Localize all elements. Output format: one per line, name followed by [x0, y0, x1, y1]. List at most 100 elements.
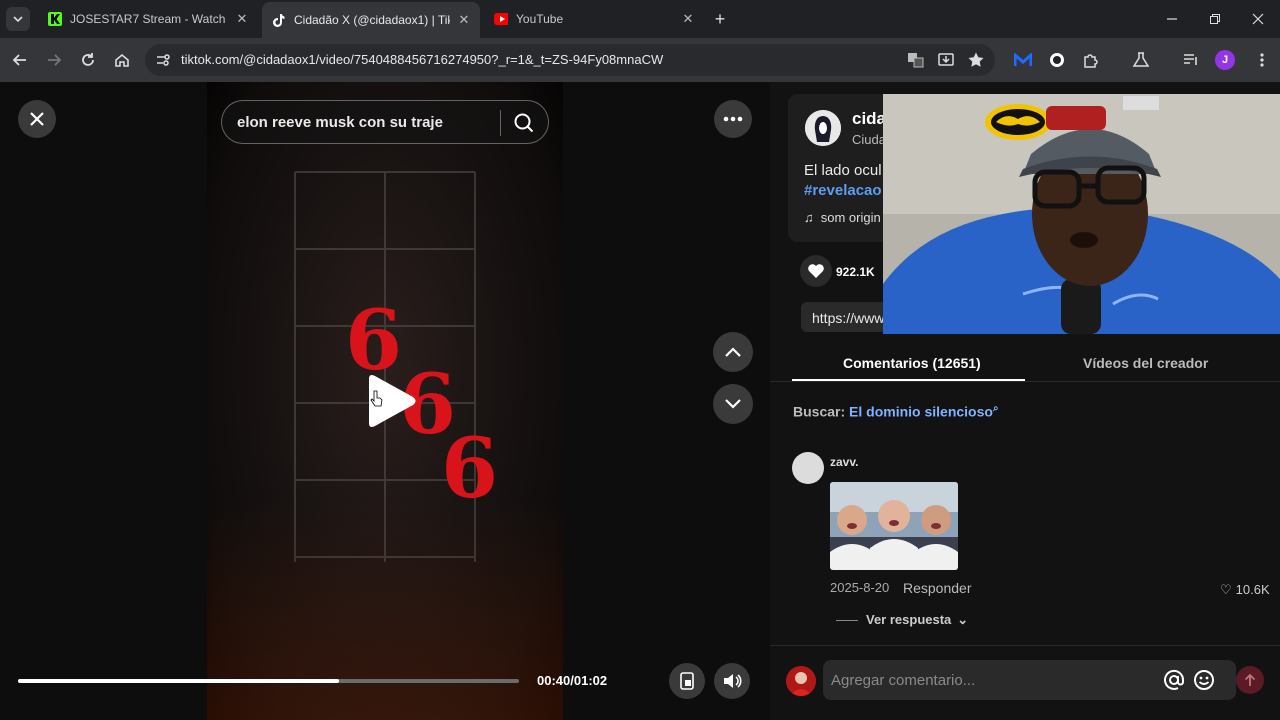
video-player[interactable]: 6 6 6 elon reeve musk con su traje 00:40… — [0, 82, 770, 720]
like-count: 922.1K — [836, 265, 875, 279]
previous-video-button[interactable] — [713, 332, 753, 372]
home-icon — [115, 53, 129, 67]
heart-icon — [808, 264, 824, 278]
tab-tiktok[interactable]: Cidadão X (@cidadaox1) | TikTok ✕ — [262, 2, 480, 38]
minimize-button[interactable] — [1151, 0, 1193, 38]
close-window-button[interactable] — [1237, 0, 1279, 38]
cursor-hand-icon — [370, 390, 383, 407]
browser-menu-button[interactable] — [1250, 48, 1274, 72]
heart-outline-icon: ♡ — [1220, 582, 1232, 597]
close-tab-icon[interactable]: ✕ — [456, 12, 472, 28]
creator-nickname: Ciuda — [852, 132, 886, 147]
search-divider — [500, 110, 501, 136]
comment-avatar[interactable] — [792, 452, 824, 484]
reload-button[interactable] — [76, 48, 100, 72]
arrow-up-icon — [1244, 673, 1256, 686]
video-frame[interactable]: 6 6 6 — [207, 82, 563, 720]
tab-creator-videos[interactable]: Vídeos del creador — [1083, 355, 1208, 371]
webcam-overlay — [883, 94, 1280, 334]
creator-avatar[interactable] — [805, 110, 841, 146]
volume-button[interactable] — [714, 663, 750, 699]
search-suggestion-label: Buscar: — [793, 403, 846, 420]
search-suggestion[interactable]: Buscar: El dominio silencioso⌕ — [793, 403, 999, 420]
close-tab-icon[interactable]: ✕ — [234, 11, 250, 27]
comment-composer[interactable] — [823, 660, 1236, 700]
tab-kick[interactable]: JOSESTAR7 Stream - Watch Live ✕ — [38, 4, 258, 34]
next-video-button[interactable] — [713, 384, 753, 424]
chevron-down-icon: ⌄ — [957, 612, 969, 627]
comment-like-button[interactable]: ♡ 10.6K — [1220, 582, 1270, 598]
arrow-right-icon — [48, 54, 62, 66]
address-bar[interactable]: tiktok.com/@cidadaox1/video/754048845671… — [145, 44, 995, 76]
comment-input[interactable] — [831, 660, 1151, 700]
extension-m-icon[interactable] — [1011, 48, 1035, 72]
composer-divider — [770, 645, 1280, 646]
video-progress-bar[interactable] — [18, 679, 519, 683]
comment-author[interactable]: zavv. — [830, 455, 858, 469]
send-comment-button[interactable] — [1236, 666, 1264, 694]
extension-circle-icon[interactable] — [1045, 48, 1069, 72]
reply-line — [836, 620, 858, 622]
extensions-puzzle-icon[interactable] — [1079, 48, 1103, 72]
youtube-icon — [494, 12, 508, 26]
chevron-down-icon — [13, 16, 23, 23]
picture-in-picture-icon — [680, 672, 694, 690]
media-controls-icon[interactable] — [1179, 48, 1203, 72]
mention-icon[interactable] — [1163, 669, 1185, 696]
creator-username[interactable]: cida — [852, 109, 886, 129]
more-horizontal-icon — [723, 116, 743, 122]
more-options-button[interactable] — [714, 100, 752, 138]
tab-comments[interactable]: Comentarios (12651) — [843, 355, 981, 371]
close-video-button[interactable] — [18, 100, 56, 138]
close-tab-icon[interactable]: ✕ — [680, 11, 696, 27]
chevron-down-icon — [725, 399, 741, 409]
profile-initial: J — [1215, 50, 1235, 70]
browser-tab-bar: JOSESTAR7 Stream - Watch Live ✕ Cidadão … — [0, 0, 1280, 38]
comment-like-count: 10.6K — [1235, 582, 1270, 597]
forward-button[interactable] — [42, 48, 66, 72]
tab-title: JOSESTAR7 Stream - Watch Live — [70, 12, 228, 26]
progress-fill — [18, 679, 339, 683]
tab-divider — [770, 381, 1280, 382]
profile-avatar[interactable]: J — [1213, 48, 1237, 72]
view-replies-label: Ver respuesta — [866, 612, 952, 627]
music-title: som origin — [820, 210, 881, 225]
tab-search-button[interactable] — [6, 7, 30, 31]
search-query[interactable]: elon reeve musk con su traje — [237, 114, 443, 131]
floating-player-button[interactable] — [669, 663, 705, 699]
search-small-icon: ⌕ — [992, 403, 999, 414]
lab-flask-icon[interactable] — [1129, 48, 1153, 72]
reload-icon — [82, 53, 94, 66]
comment-date: 2025-8-20 — [830, 580, 890, 595]
new-tab-button[interactable]: + — [710, 9, 730, 29]
search-suggestion-query[interactable]: El dominio silencioso — [849, 404, 993, 420]
video-search-bar[interactable]: elon reeve musk con su traje — [221, 100, 549, 144]
ember-glow — [207, 500, 563, 720]
restore-button[interactable] — [1194, 0, 1236, 38]
my-avatar[interactable] — [786, 666, 816, 696]
tab-title: Cidadão X (@cidadaox1) | TikTok — [294, 13, 450, 27]
home-button[interactable] — [110, 48, 134, 72]
kick-icon — [48, 12, 62, 26]
comment-image[interactable] — [830, 482, 958, 570]
comment-reply-button[interactable]: Responder — [903, 580, 972, 596]
tiktok-icon — [272, 13, 286, 27]
volume-icon — [724, 674, 742, 688]
emoji-icon[interactable] — [1193, 669, 1215, 696]
tab-youtube[interactable]: YouTube ✕ — [484, 4, 704, 34]
search-icon[interactable] — [512, 111, 536, 135]
post-description: El lado ocul — [804, 162, 882, 179]
install-app-icon[interactable] — [937, 51, 955, 74]
post-hashtag[interactable]: #revelacao — [804, 182, 882, 199]
overlay-number: 6 — [345, 293, 403, 389]
like-button[interactable] — [800, 255, 832, 287]
music-note-icon: ♫ — [804, 210, 814, 225]
overlay-number: 6 — [441, 421, 499, 517]
arrow-left-icon — [12, 54, 26, 66]
back-button[interactable] — [8, 48, 32, 72]
translate-icon[interactable] — [907, 51, 925, 74]
site-info-icon[interactable] — [155, 52, 171, 73]
view-replies-button[interactable]: Ver respuesta ⌄ — [836, 612, 968, 628]
bookmark-star-icon[interactable] — [967, 51, 985, 74]
post-music[interactable]: ♫ som origin — [804, 210, 881, 225]
